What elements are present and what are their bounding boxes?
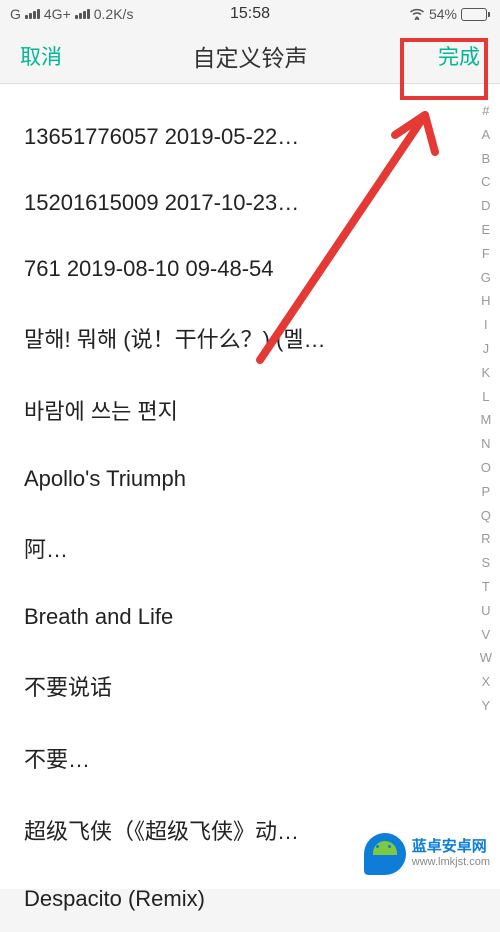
index-letter[interactable]: S xyxy=(478,552,495,575)
list-item[interactable]: Despacito (Remix) xyxy=(0,866,440,932)
index-letter[interactable]: E xyxy=(478,219,495,242)
wifi-icon xyxy=(409,8,425,20)
index-letter[interactable]: B xyxy=(478,148,495,171)
index-letter[interactable]: Q xyxy=(477,505,495,528)
carrier-label: G xyxy=(10,6,21,22)
nav-bar: 取消 自定义铃声 完成 xyxy=(0,28,500,84)
index-letter[interactable]: A xyxy=(478,124,495,147)
index-letter[interactable]: Y xyxy=(478,695,495,718)
network-type: 4G+ xyxy=(44,6,71,22)
index-letter[interactable]: U xyxy=(477,600,494,623)
list-item[interactable]: Apollo's Triumph xyxy=(0,446,440,512)
list-item[interactable]: 不要… xyxy=(0,722,440,794)
list-item[interactable]: 阿… xyxy=(0,512,440,584)
index-letter[interactable]: X xyxy=(478,671,495,694)
index-letter[interactable]: R xyxy=(477,528,494,551)
signal-bars-icon xyxy=(25,9,40,19)
watermark-logo-icon xyxy=(364,833,406,875)
done-button[interactable]: 完成 xyxy=(438,41,480,71)
watermark-url: www.lmkjst.com xyxy=(412,856,490,869)
status-bar: G 4G+ 0.2K/s 15:58 54% xyxy=(0,0,500,28)
list-item[interactable]: 13651776057 2019-05-22… xyxy=(0,104,440,170)
index-letter[interactable]: F xyxy=(478,243,494,266)
list-item[interactable]: 15201615009 2017-10-23… xyxy=(0,170,440,236)
index-letter[interactable]: K xyxy=(478,362,495,385)
signal-bars-icon-2 xyxy=(75,9,90,19)
index-letter[interactable]: O xyxy=(477,457,495,480)
data-speed: 0.2K/s xyxy=(94,6,134,22)
status-left: G 4G+ 0.2K/s xyxy=(10,6,133,22)
index-letter[interactable]: I xyxy=(480,314,492,337)
index-letter[interactable]: P xyxy=(478,481,495,504)
index-letter[interactable]: L xyxy=(478,386,493,409)
battery-icon xyxy=(461,8,490,21)
index-letter[interactable]: N xyxy=(477,433,494,456)
song-list[interactable]: 13651776057 2019-05-22… 15201615009 2017… xyxy=(0,84,500,889)
index-letter[interactable]: H xyxy=(477,290,494,313)
index-letter[interactable]: J xyxy=(479,338,494,361)
index-letter[interactable]: M xyxy=(476,409,495,432)
index-letter[interactable]: D xyxy=(477,195,494,218)
status-right: 54% xyxy=(409,6,490,22)
watermark-title: 蓝卓安卓网 xyxy=(412,838,490,856)
index-letter[interactable]: C xyxy=(477,171,494,194)
list-item[interactable]: 761 2019-08-10 09-48-54 xyxy=(0,236,440,302)
watermark: 蓝卓安卓网 www.lmkjst.com xyxy=(364,833,490,875)
index-letter[interactable]: V xyxy=(478,624,495,647)
index-letter[interactable]: # xyxy=(478,100,493,123)
status-time: 15:58 xyxy=(230,5,270,23)
alphabet-index[interactable]: # A B C D E F G H I J K L M N O P Q R S … xyxy=(476,100,496,718)
index-letter[interactable]: T xyxy=(478,576,494,599)
list-item[interactable]: 不要说话 xyxy=(0,650,440,722)
list-item[interactable]: Breath and Life xyxy=(0,584,440,650)
page-title: 自定义铃声 xyxy=(193,39,308,73)
index-letter[interactable]: W xyxy=(476,647,496,670)
index-letter[interactable]: G xyxy=(477,267,495,290)
watermark-text: 蓝卓安卓网 www.lmkjst.com xyxy=(412,838,490,869)
list-item[interactable]: 말해! 뭐해 (说！干什么？) (멜… xyxy=(0,302,440,374)
cancel-button[interactable]: 取消 xyxy=(20,41,62,71)
list-item[interactable]: 바람에 쓰는 편지 xyxy=(0,374,440,446)
battery-percent: 54% xyxy=(429,6,457,22)
